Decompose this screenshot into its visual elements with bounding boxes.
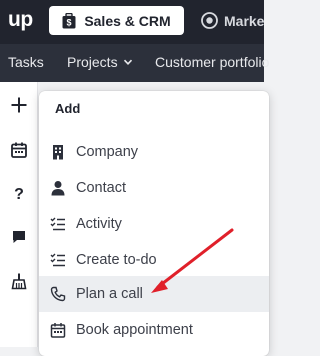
menu-item-label: Book appointment: [76, 322, 193, 338]
checklist-icon: [49, 215, 67, 233]
product-switch-sales-crm[interactable]: $ Sales & CRM: [49, 6, 184, 35]
nav-customer-label: Customer portfolio: [155, 54, 270, 70]
plus-icon[interactable]: [10, 96, 28, 114]
menu-item-company[interactable]: Company: [39, 134, 269, 170]
menu-item-book-appointment[interactable]: Book appointment: [39, 312, 269, 348]
menu-item-contact[interactable]: Contact: [39, 170, 269, 206]
nav-projects-label: Projects: [67, 54, 118, 70]
add-menu: Add Company Contact Activity Create to-d…: [39, 91, 269, 356]
product-switch-marketing[interactable]: Marke: [201, 12, 264, 29]
checklist-icon: [49, 251, 67, 269]
svg-text:$: $: [67, 17, 72, 27]
chevron-down-icon: [123, 59, 132, 65]
menu-item-create-todo[interactable]: Create to-do: [39, 242, 269, 278]
left-sidebar: ?: [0, 82, 38, 347]
app-logo[interactable]: up: [8, 8, 33, 32]
phone-icon: [49, 285, 67, 303]
calendar-icon: [49, 321, 67, 339]
menu-item-activity[interactable]: Activity: [39, 206, 269, 242]
briefcase-dollar-icon: $: [62, 12, 76, 28]
menu-item-plan-a-call[interactable]: Plan a call: [39, 276, 269, 312]
menu-title: Add: [55, 101, 81, 116]
menu-item-label: Plan a call: [76, 286, 143, 302]
broom-icon[interactable]: [10, 272, 28, 290]
menu-item-label: Company: [76, 144, 139, 160]
menu-item-label: Activity: [76, 216, 122, 232]
menu-item-label: Contact: [76, 180, 126, 196]
nav-projects[interactable]: Projects: [67, 54, 133, 70]
nav-tasks[interactable]: Tasks: [8, 54, 44, 70]
top-bar: up $ Sales & CRM Marke: [0, 0, 264, 44]
target-icon: [201, 12, 218, 29]
nav-tasks-label: Tasks: [8, 54, 44, 70]
product-label: Sales & CRM: [84, 12, 171, 29]
help-icon[interactable]: ?: [10, 184, 28, 202]
chat-icon[interactable]: [10, 228, 28, 246]
building-icon: [49, 143, 67, 161]
calendar-icon[interactable]: [10, 141, 28, 159]
nav-customer-portfolio[interactable]: Customer portfolio: [155, 54, 269, 70]
person-icon: [49, 179, 67, 197]
product-label: Marke: [224, 12, 265, 29]
main-nav: Tasks Projects Customer portfolio: [0, 44, 269, 82]
menu-item-label: Create to-do: [76, 252, 157, 268]
svg-text:?: ?: [14, 186, 24, 202]
